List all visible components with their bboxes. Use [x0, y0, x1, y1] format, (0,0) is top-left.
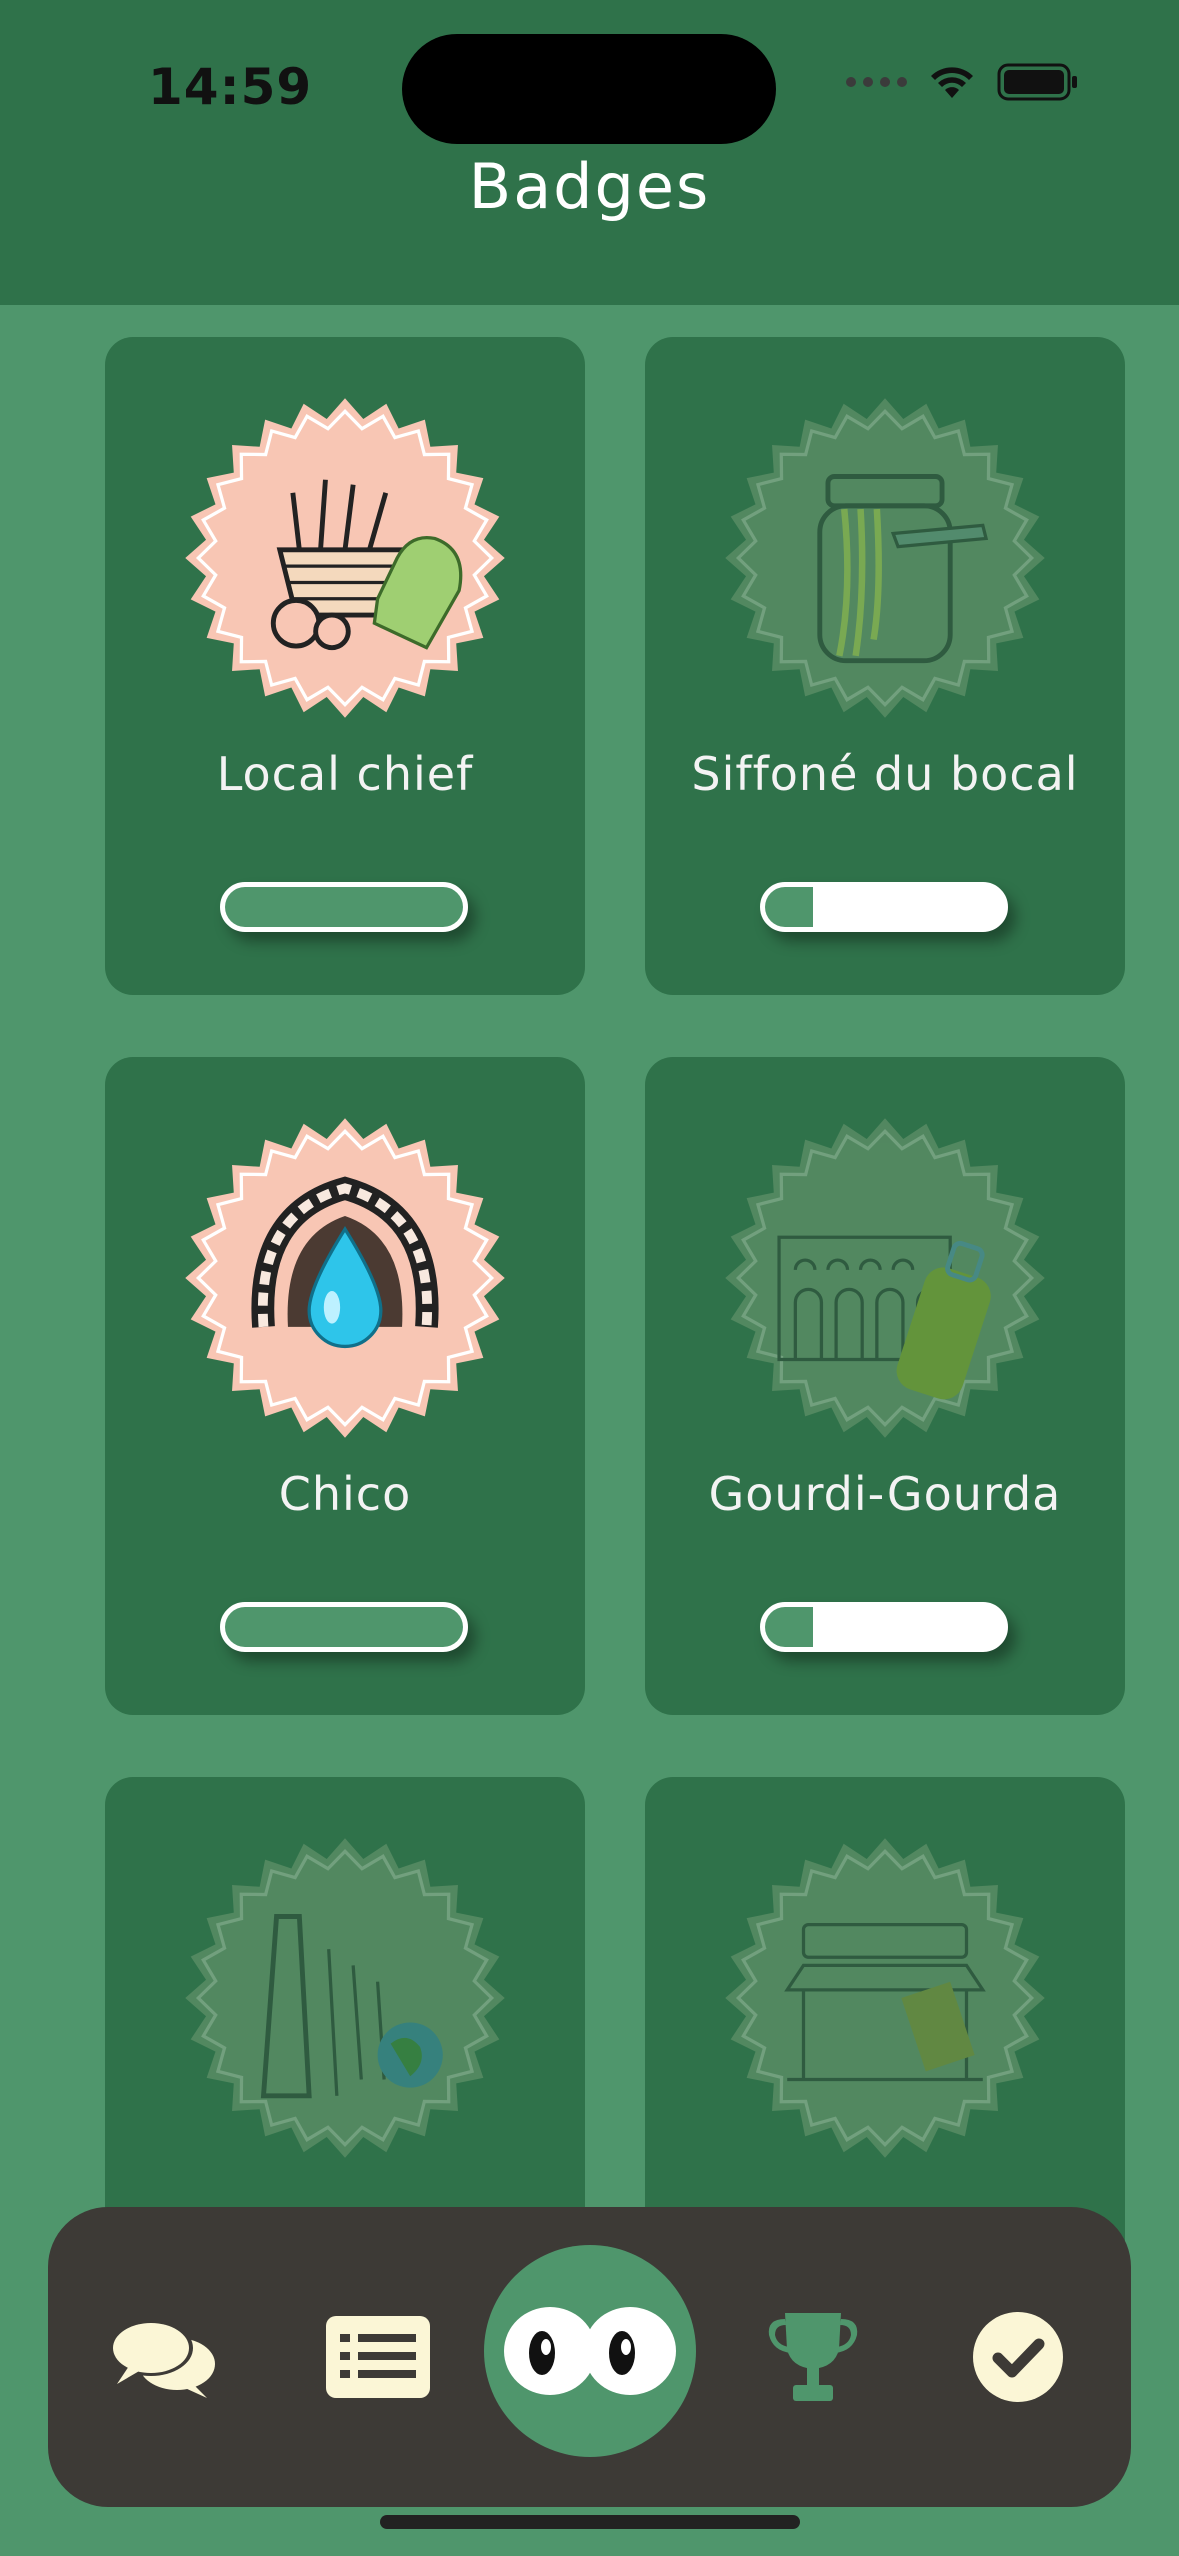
signal-icon — [846, 77, 907, 87]
badge-chico-icon — [185, 1118, 505, 1438]
header: 14:59 Badges — [0, 0, 1179, 305]
badge-jar-icon — [725, 398, 1045, 718]
dynamic-island — [402, 34, 776, 144]
badge-progress-bar — [220, 1602, 468, 1652]
bottom-nav — [48, 2207, 1131, 2507]
eyes-icon — [504, 2307, 676, 2395]
badge-progress-bar — [760, 1602, 1008, 1652]
check-circle-icon — [973, 2312, 1063, 2402]
nav-done[interactable] — [953, 2207, 1083, 2507]
badge-card[interactable]: Siffoné du bocal — [645, 337, 1125, 995]
nav-chat[interactable] — [98, 2207, 228, 2507]
badge-forest-icon — [185, 1838, 505, 2158]
badge-progress-bar — [760, 882, 1008, 932]
badge-name: Siffoné du bocal — [691, 747, 1079, 801]
battery-icon — [997, 63, 1077, 101]
chat-bubbles-icon — [109, 2320, 215, 2398]
trophy-icon — [768, 2313, 858, 2401]
status-icons — [846, 62, 1079, 102]
home-indicator — [380, 2515, 800, 2529]
status-time: 14:59 — [148, 58, 313, 116]
badge-name: Chico — [278, 1467, 412, 1521]
badge-shop-icon — [725, 1838, 1045, 2158]
badge-card[interactable]: Gourdi-Gourda — [645, 1057, 1125, 1715]
wifi-icon — [931, 67, 973, 98]
nav-list[interactable] — [313, 2207, 443, 2507]
badge-card[interactable]: Local chief — [105, 337, 585, 995]
badge-name: Gourdi-Gourda — [708, 1467, 1062, 1521]
list-icon — [326, 2316, 430, 2398]
nav-trophy[interactable] — [748, 2207, 878, 2507]
badge-card[interactable]: Chico — [105, 1057, 585, 1715]
badge-progress-bar — [220, 882, 468, 932]
badge-gourd-icon — [725, 1118, 1045, 1438]
nav-badges[interactable] — [484, 2245, 696, 2457]
page-title: Badges — [468, 150, 711, 223]
badge-name: Local chief — [216, 747, 474, 801]
badge-local-chief-icon — [185, 398, 505, 718]
